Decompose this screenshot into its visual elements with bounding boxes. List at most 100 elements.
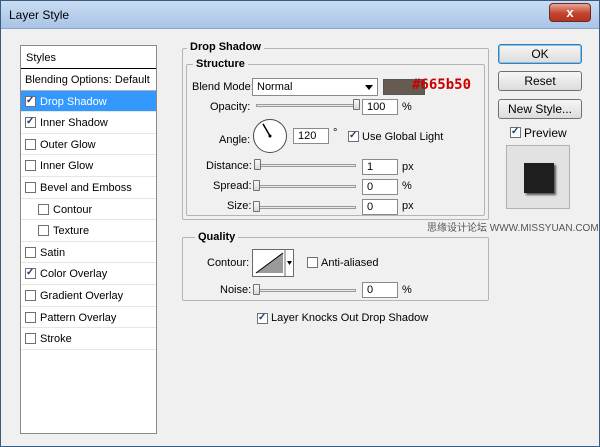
style-item-checkbox[interactable] xyxy=(25,116,36,129)
style-item-checkbox[interactable] xyxy=(25,246,36,258)
style-item-checkbox[interactable] xyxy=(25,138,36,150)
blend-mode-label: Blend Mode: xyxy=(192,81,254,93)
style-item-checkbox[interactable] xyxy=(25,181,36,193)
style-item-gradient-overlay[interactable]: Gradient Overlay xyxy=(21,285,156,307)
style-item-label: Inner Glow xyxy=(40,160,94,173)
style-item-checkbox[interactable] xyxy=(25,267,36,280)
style-item-label: Pattern Overlay xyxy=(40,311,117,324)
style-item-label: Gradient Overlay xyxy=(40,289,124,302)
quality-title: Quality xyxy=(195,231,239,243)
style-item-outer-glow[interactable]: Outer Glow xyxy=(21,134,156,156)
style-item-label: Blending Options: Default xyxy=(25,74,150,86)
style-item-drop-shadow[interactable]: Drop Shadow xyxy=(21,90,156,113)
opacity-input[interactable]: 100 xyxy=(362,99,398,115)
style-item-label: Color Overlay xyxy=(40,268,108,281)
style-item-color-overlay[interactable]: Color Overlay xyxy=(21,263,156,285)
angle-input[interactable]: 120 xyxy=(293,128,329,144)
opacity-slider-thumb[interactable] xyxy=(353,99,360,110)
dialog-title: Layer Style xyxy=(9,8,70,22)
reset-button[interactable]: Reset xyxy=(498,71,582,91)
style-item-texture[interactable]: Texture xyxy=(21,220,156,242)
ok-button[interactable]: OK xyxy=(498,44,582,64)
use-global-light-label[interactable]: Use Global Light xyxy=(362,131,443,143)
angle-dial-needle xyxy=(262,123,272,138)
style-item-checkbox[interactable] xyxy=(38,225,49,237)
anti-aliased-checkbox[interactable] xyxy=(307,257,318,268)
preview-swatch xyxy=(524,163,554,193)
style-item-checkbox[interactable] xyxy=(25,160,36,172)
noise-slider-thumb[interactable] xyxy=(253,284,260,295)
new-style-button[interactable]: New Style... xyxy=(498,99,582,119)
spread-unit: % xyxy=(402,180,412,192)
chevron-down-icon xyxy=(365,85,373,90)
style-item-inner-glow[interactable]: Inner Glow xyxy=(21,155,156,177)
angle-dial[interactable] xyxy=(253,119,287,153)
noise-slider-track[interactable] xyxy=(256,289,356,292)
style-item-satin[interactable]: Satin xyxy=(21,242,156,264)
contour-curve-icon xyxy=(255,250,292,276)
spread-slider-thumb[interactable] xyxy=(253,180,260,191)
opacity-unit: % xyxy=(402,101,412,113)
style-item-label: Outer Glow xyxy=(40,138,96,151)
style-item-label: Bevel and Emboss xyxy=(40,181,132,194)
noise-input[interactable]: 0 xyxy=(362,282,398,298)
style-item-checkbox[interactable] xyxy=(25,333,36,345)
style-item-inner-shadow[interactable]: Inner Shadow xyxy=(21,112,156,134)
opacity-slider-track[interactable] xyxy=(256,104,356,107)
style-item-contour[interactable]: Contour xyxy=(21,199,156,221)
watermark-text: 思缘设计论坛 WWW.MISSYUAN.COM xyxy=(427,223,599,234)
use-global-light-checkbox[interactable] xyxy=(348,130,359,142)
style-item-checkbox[interactable] xyxy=(25,95,36,107)
style-item-blending-options-default[interactable]: Blending Options: Default xyxy=(21,69,156,91)
spread-label: Spread: xyxy=(213,180,252,192)
preview-thumbnail xyxy=(506,145,570,209)
angle-unit: ° xyxy=(333,127,338,139)
size-slider-track[interactable] xyxy=(256,206,356,209)
style-item-checkbox[interactable] xyxy=(25,289,36,301)
preview-checkbox[interactable] xyxy=(510,126,521,138)
angle-label: Angle: xyxy=(219,134,251,146)
style-item-label: Texture xyxy=(53,225,90,238)
contour-picker[interactable] xyxy=(252,249,294,277)
spread-slider-track[interactable] xyxy=(256,185,356,188)
spread-input[interactable]: 0 xyxy=(362,179,398,195)
style-item-bevel-and-emboss[interactable]: Bevel and Emboss xyxy=(21,177,156,199)
drop-shadow-title: Drop Shadow xyxy=(187,41,264,53)
style-item-pattern-overlay[interactable]: Pattern Overlay xyxy=(21,307,156,329)
size-slider-thumb[interactable] xyxy=(253,201,260,212)
layer-knocks-out-label[interactable]: Layer Knocks Out Drop Shadow xyxy=(271,312,428,324)
styles-list: Styles Blending Options: Default Drop Sha… xyxy=(20,45,157,434)
styles-header[interactable]: Styles xyxy=(21,46,156,69)
size-input[interactable]: 0 xyxy=(362,199,398,215)
preview-label[interactable]: Preview xyxy=(524,126,567,140)
anti-aliased-label[interactable]: Anti-aliased xyxy=(321,257,378,269)
styles-header-label: Styles xyxy=(26,52,56,64)
distance-slider-track[interactable] xyxy=(256,164,356,167)
distance-unit: px xyxy=(402,161,414,173)
style-item-label: Stroke xyxy=(40,333,72,346)
blend-mode-value: Normal xyxy=(257,81,293,93)
contour-label: Contour: xyxy=(207,257,250,269)
close-button[interactable]: x xyxy=(549,3,591,22)
style-item-label: Inner Shadow xyxy=(40,117,108,130)
distance-input[interactable]: 1 xyxy=(362,159,398,175)
layer-style-dialog: Layer Style x Styles Blending Options: D… xyxy=(0,0,600,447)
distance-label: Distance: xyxy=(206,160,252,172)
style-item-checkbox[interactable] xyxy=(25,311,36,323)
shadow-color-hex-label: #665b50 xyxy=(412,77,472,93)
style-item-stroke[interactable]: Stroke xyxy=(21,328,156,350)
blend-mode-select[interactable]: Normal xyxy=(252,78,378,96)
noise-label: Noise: xyxy=(220,284,252,296)
style-item-label: Satin xyxy=(40,246,66,259)
structure-title: Structure xyxy=(193,58,248,70)
noise-unit: % xyxy=(402,284,412,296)
layer-knocks-out-checkbox[interactable] xyxy=(257,312,268,324)
style-item-label: Contour xyxy=(53,203,93,216)
distance-slider-thumb[interactable] xyxy=(254,159,261,170)
size-unit: px xyxy=(402,200,414,212)
title-bar[interactable]: Layer Style x xyxy=(1,1,599,29)
opacity-label: Opacity: xyxy=(210,101,251,113)
style-item-label: Drop Shadow xyxy=(40,95,107,108)
size-label: Size: xyxy=(227,200,252,212)
style-item-checkbox[interactable] xyxy=(38,203,49,215)
